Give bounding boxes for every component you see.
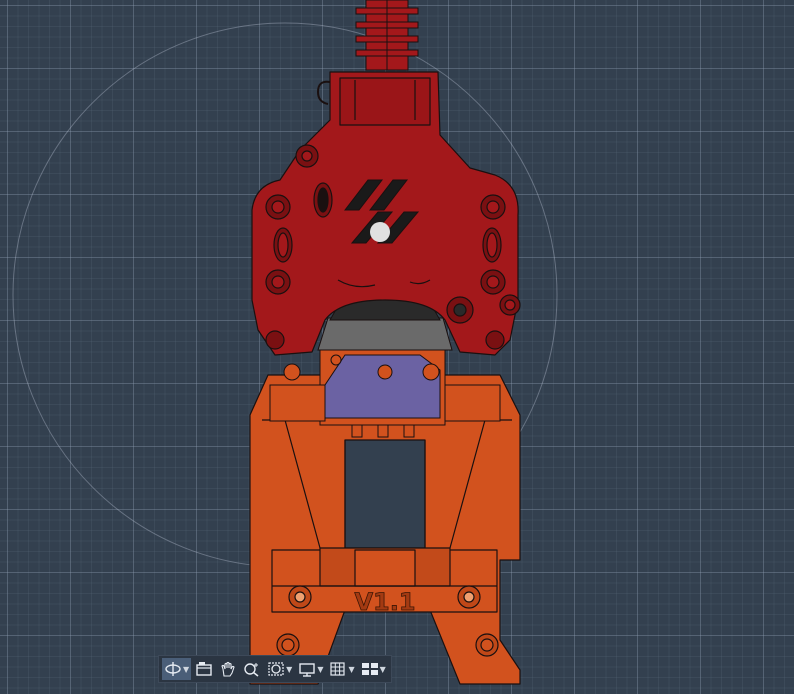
zoom-button[interactable] [241,658,263,680]
orbit-icon [165,662,181,676]
view-cube-button[interactable] [193,658,215,680]
orbit-button[interactable]: ▼ [162,658,192,680]
display-icon [299,663,316,677]
display-button[interactable]: ▼ [296,658,325,680]
chevron-down-icon[interactable]: ▼ [380,665,386,674]
pan-hand-icon [221,661,235,677]
grid-icon [330,662,346,676]
printhead-model: V1.1 [12,0,558,685]
chevron-down-icon[interactable]: ▼ [317,665,323,674]
zoom-window-icon [268,662,284,676]
layout-button[interactable]: ▼ [359,658,388,680]
zoom-icon [244,663,259,677]
layout-icon [361,663,378,675]
view-cube-icon [196,662,212,676]
chevron-down-icon[interactable]: ▼ [183,665,189,674]
chevron-down-icon[interactable]: ▼ [348,665,354,674]
cad-viewport[interactable]: V1.1 ▼ ▼ ▼ ▼ ▼ [0,0,794,694]
pan-button[interactable] [217,658,239,680]
version-label: V1.1 [354,588,415,616]
navigation-toolbar: ▼ ▼ ▼ ▼ ▼ [158,655,392,683]
zoom-window-button[interactable]: ▼ [265,658,294,680]
chevron-down-icon[interactable]: ▼ [286,665,292,674]
grid-button[interactable]: ▼ [327,658,356,680]
